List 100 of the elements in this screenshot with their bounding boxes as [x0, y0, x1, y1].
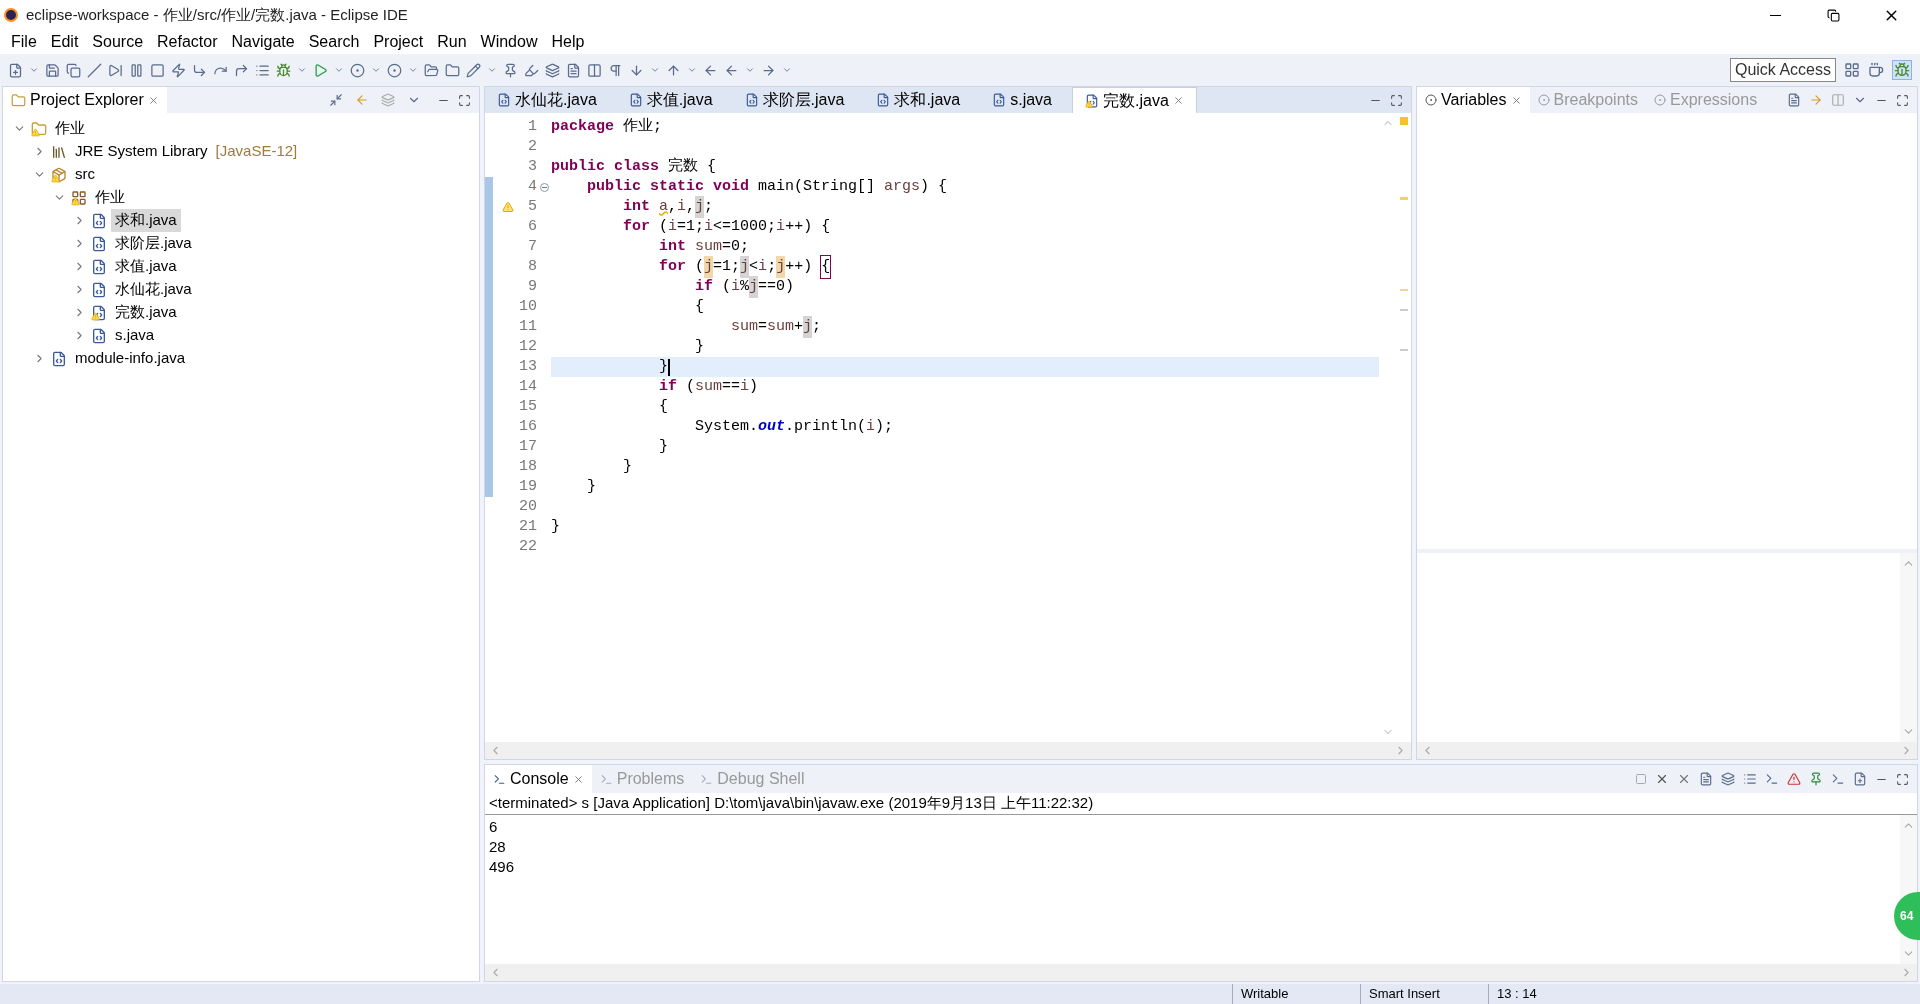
save-all-icon[interactable]	[66, 62, 81, 78]
menu-item[interactable]: Window	[473, 30, 545, 54]
forward-icon[interactable]	[761, 62, 776, 78]
layers-icon[interactable]	[545, 62, 560, 78]
view-icon	[700, 772, 714, 786]
line-number: 7	[527, 236, 537, 257]
new-file-icon[interactable]	[8, 62, 23, 78]
menu-item[interactable]: Edit	[43, 30, 86, 54]
step-into-icon[interactable]	[192, 62, 207, 78]
caret-icon[interactable]	[29, 65, 39, 75]
line-number: 2	[527, 136, 537, 157]
line-number: 14	[519, 376, 537, 397]
menu-item[interactable]: Search	[301, 30, 367, 54]
tree-item[interactable]: 完数.java	[111, 301, 181, 324]
pause-icon[interactable]	[129, 62, 144, 78]
step-return-icon[interactable]	[234, 62, 249, 78]
remove-launch-icon[interactable]	[1655, 772, 1669, 786]
annotation-icon[interactable]	[566, 62, 581, 78]
highlighter-icon[interactable]	[524, 62, 539, 78]
menu-item[interactable]: Project	[366, 30, 431, 54]
quick-access-field[interactable]: Quick Access	[1729, 58, 1836, 82]
caret-icon[interactable]	[782, 65, 792, 75]
java-perspective-icon[interactable]	[1868, 62, 1884, 78]
caret-icon[interactable]	[297, 65, 307, 75]
tree-item[interactable]: module-info.java	[71, 347, 190, 370]
previous-annotation-icon[interactable]	[666, 62, 681, 78]
close-icon[interactable]	[147, 94, 159, 106]
remove-all-icon[interactable]	[1677, 772, 1691, 786]
open-console-icon[interactable]	[1853, 772, 1867, 786]
show-error-icon[interactable]	[1787, 772, 1801, 786]
minimize-icon	[1769, 14, 1781, 16]
menu-item[interactable]: Run	[430, 30, 474, 54]
tree-item[interactable]: src	[71, 163, 99, 186]
pilcrow-icon[interactable]	[608, 62, 623, 78]
line-number: 3	[527, 156, 537, 177]
pin-icon[interactable]	[503, 62, 518, 78]
tree-item[interactable]: 求阶层.java	[111, 232, 196, 255]
line-number: 13	[519, 356, 537, 377]
close-icon[interactable]	[1510, 94, 1522, 106]
maximize-icon[interactable]	[458, 93, 471, 107]
overview-mark	[1400, 309, 1408, 311]
maximize-icon[interactable]	[1390, 93, 1403, 107]
line-number: 18	[519, 456, 537, 477]
close-icon[interactable]	[572, 773, 584, 785]
editor-tab[interactable]: 求阶层.java	[732, 87, 857, 113]
tree-item[interactable]: 作业	[91, 186, 129, 209]
menu-item[interactable]: Source	[85, 30, 151, 54]
view-tab[interactable]: Project Explorer	[3, 87, 167, 113]
collapse-all-icon[interactable]	[329, 93, 343, 107]
tree-item[interactable]: JRE System Library	[71, 140, 212, 163]
tree-item[interactable]: 求和.java	[111, 209, 181, 232]
pin-console-icon[interactable]	[1809, 772, 1823, 786]
stop-icon[interactable]	[150, 62, 165, 78]
open-folder-icon[interactable]	[445, 62, 460, 78]
save-icon[interactable]	[45, 62, 60, 78]
show-output-icon[interactable]	[1765, 772, 1779, 786]
line-number: 21	[519, 516, 537, 537]
caret-icon[interactable]	[371, 65, 381, 75]
menu-item[interactable]: File	[4, 30, 44, 54]
status-field: 13 : 14	[1488, 984, 1616, 1004]
editor-tab[interactable]: s.java	[980, 87, 1064, 113]
caret-icon[interactable]	[408, 65, 418, 75]
last-edit-icon[interactable]	[703, 62, 718, 78]
menu-item[interactable]: Refactor	[150, 30, 225, 54]
code-line: for (i=1;i<=1000;i++) {	[622, 216, 831, 237]
caret-icon[interactable]	[487, 65, 497, 75]
display-console-icon[interactable]	[1831, 772, 1845, 786]
editor-tab[interactable]: 完数.java	[1072, 87, 1197, 113]
editor-tab[interactable]: 求和.java	[864, 87, 973, 113]
tree-item[interactable]: 作业	[51, 117, 89, 140]
menu-item[interactable]: Navigate	[224, 30, 302, 54]
open-perspective-icon[interactable]	[1844, 62, 1860, 78]
line-number: 5	[527, 196, 537, 217]
view-icon	[599, 772, 613, 786]
caret-icon[interactable]	[334, 65, 344, 75]
block-selection-icon[interactable]	[587, 62, 602, 78]
next-annotation-icon[interactable]	[629, 62, 644, 78]
view-tab[interactable]: Variables	[1417, 87, 1530, 113]
caret-icon[interactable]	[745, 65, 755, 75]
tree-item[interactable]: 求值.java	[111, 255, 181, 278]
maximize-icon[interactable]	[1896, 772, 1909, 786]
editor-tab[interactable]: 水仙花.java	[485, 87, 609, 113]
tree-item[interactable]: 水仙花.java	[111, 278, 196, 301]
resume-icon[interactable]	[108, 62, 123, 78]
caret-icon[interactable]	[650, 65, 660, 75]
close-icon[interactable]	[1172, 95, 1184, 106]
maximize-icon[interactable]	[1896, 93, 1909, 107]
terminate-icon[interactable]	[1635, 773, 1647, 785]
editor-tab[interactable]: 求值.java	[616, 87, 725, 113]
debug-perspective-button[interactable]	[1892, 60, 1912, 80]
view-tab[interactable]: Console	[485, 765, 592, 793]
line-number: 6	[527, 216, 537, 237]
caret-icon[interactable]	[687, 65, 697, 75]
debug-icon[interactable]	[276, 62, 291, 78]
line-number: 11	[519, 316, 537, 337]
back-icon[interactable]	[724, 62, 739, 78]
menu-item[interactable]: Help	[544, 30, 592, 54]
code-line: }	[694, 336, 705, 357]
tree-item[interactable]: s.java	[111, 324, 159, 347]
run-icon[interactable]	[313, 62, 328, 78]
